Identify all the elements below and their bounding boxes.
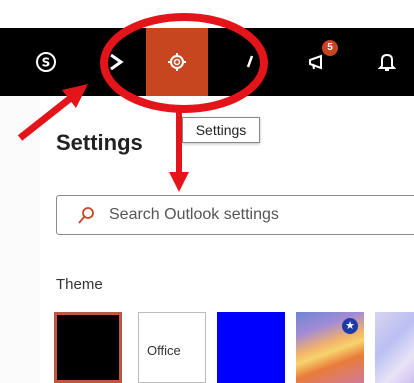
megaphone-icon[interactable]: 5 [300, 28, 340, 96]
search-placeholder: Search Outlook settings [109, 206, 279, 223]
settings-gear-button[interactable] [146, 28, 208, 96]
bell-icon[interactable] [372, 28, 402, 96]
theme-swatch-blue[interactable] [217, 312, 285, 383]
notification-badge: 5 [322, 40, 338, 56]
theme-swatch-pastel[interactable] [375, 312, 414, 383]
search-icon [78, 207, 94, 224]
settings-title: Settings [56, 130, 143, 155]
svg-text:S: S [42, 56, 51, 70]
forward-arrow-icon[interactable] [100, 28, 132, 96]
theme-swatch-office-label: Office [147, 343, 181, 358]
theme-swatch-office[interactable]: Office [138, 312, 206, 383]
page-top-margin [0, 0, 414, 28]
search-settings-input[interactable]: Search Outlook settings [56, 195, 414, 235]
skype-icon[interactable]: S [30, 28, 62, 96]
outlook-top-bar: S 5 [0, 28, 414, 96]
help-icon[interactable] [235, 28, 265, 96]
theme-swatch-black[interactable] [54, 312, 122, 383]
gear-icon [168, 53, 186, 71]
theme-label: Theme [56, 276, 103, 293]
settings-tooltip: Settings [182, 117, 260, 143]
star-icon: ★ [342, 318, 358, 334]
theme-swatch-beach[interactable]: ★ [296, 312, 364, 383]
